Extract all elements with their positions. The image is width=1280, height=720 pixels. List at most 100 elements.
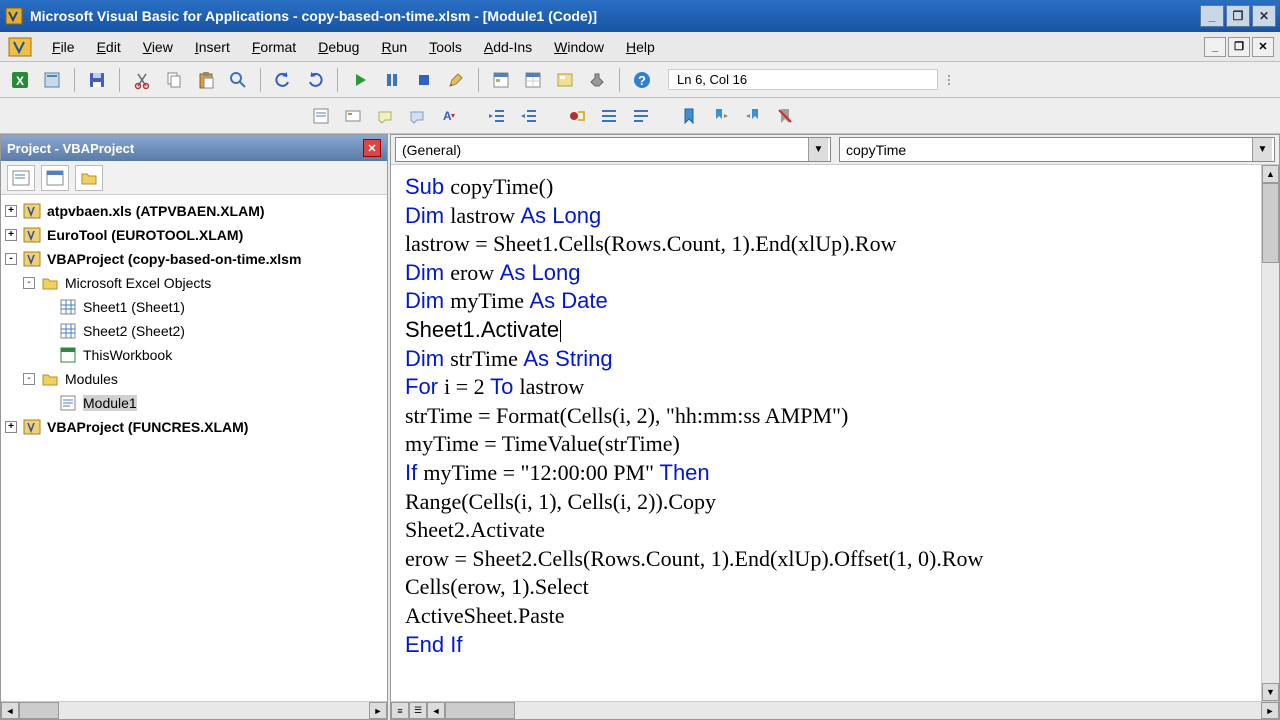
expand-toggle[interactable]: - (5, 253, 17, 265)
code-hscrollbar[interactable]: ≡ ☰ ◄► (391, 701, 1279, 719)
toggle-folders-button[interactable] (75, 165, 103, 191)
project-explorer-title: Project - VBAProject (7, 141, 134, 156)
procedure-view-button[interactable]: ≡ (391, 702, 409, 719)
tree-node[interactable]: Sheet1 (Sheet1) (5, 295, 383, 319)
code-vscrollbar[interactable]: ▲▼ (1261, 165, 1279, 701)
reset-button[interactable] (410, 66, 438, 94)
mdi-restore[interactable]: ❐ (1228, 37, 1250, 57)
object-dropdown[interactable]: (General) ▼ (395, 137, 831, 162)
module-icon (59, 394, 77, 412)
tree-node-label: VBAProject (copy-based-on-time.xlsm (47, 251, 301, 267)
menu-add-ins[interactable]: Add-Ins (474, 35, 542, 59)
menu-edit[interactable]: Edit (87, 35, 131, 59)
undo-button[interactable] (269, 66, 297, 94)
maximize-button[interactable]: ❐ (1226, 5, 1250, 27)
menu-help[interactable]: Help (616, 35, 665, 59)
menu-format[interactable]: Format (242, 35, 306, 59)
save-button[interactable] (83, 66, 111, 94)
expand-toggle[interactable]: + (5, 229, 17, 241)
procedure-dropdown[interactable]: copyTime ▼ (839, 137, 1275, 162)
parameter-info-button[interactable] (403, 102, 431, 130)
project-toolbar (1, 161, 387, 195)
clear-bookmarks-button[interactable] (771, 102, 799, 130)
toolbox-button[interactable] (583, 66, 611, 94)
full-module-view-button[interactable]: ☰ (409, 702, 427, 719)
tree-node-label: Modules (65, 371, 118, 387)
vba-icon (23, 418, 41, 436)
mdi-minimize[interactable]: _ (1204, 37, 1226, 57)
object-browser-button[interactable] (551, 66, 579, 94)
project-explorer-header: Project - VBAProject ✕ (1, 135, 387, 161)
tree-node[interactable]: + atpvbaen.xls (ATPVBAEN.XLAM) (5, 199, 383, 223)
project-hscrollbar[interactable]: ◄► (1, 701, 387, 719)
menu-insert[interactable]: Insert (185, 35, 240, 59)
expand-toggle[interactable]: + (5, 421, 17, 433)
tree-node[interactable]: + EuroTool (EUROTOOL.XLAM) (5, 223, 383, 247)
list-properties-button[interactable] (307, 102, 335, 130)
quick-info-button[interactable] (371, 102, 399, 130)
uncomment-block-button[interactable] (627, 102, 655, 130)
menu-run[interactable]: Run (371, 35, 417, 59)
view-object-button[interactable] (41, 165, 69, 191)
tree-node[interactable]: Module1 (5, 391, 383, 415)
vba-icon (23, 250, 41, 268)
cut-button[interactable] (128, 66, 156, 94)
main-toolbar: X ? Ln 6, Col 16 (0, 62, 1280, 98)
code-pane: (General) ▼ copyTime ▼ Sub copyTime() Di… (390, 134, 1280, 720)
project-explorer-close[interactable]: ✕ (363, 139, 381, 157)
project-tree[interactable]: + atpvbaen.xls (ATPVBAEN.XLAM) + EuroTool (… (1, 195, 387, 701)
properties-button[interactable] (519, 66, 547, 94)
menu-debug[interactable]: Debug (308, 35, 369, 59)
outdent-button[interactable] (515, 102, 543, 130)
tree-node[interactable]: +VBAProject (FUNCRES.XLAM) (5, 415, 383, 439)
break-button[interactable] (378, 66, 406, 94)
window-title: Microsoft Visual Basic for Applications … (30, 8, 1200, 24)
indent-button[interactable] (483, 102, 511, 130)
tree-node[interactable]: -Microsoft Excel Objects (5, 271, 383, 295)
expand-toggle[interactable]: - (23, 277, 35, 289)
dropdown-arrow-icon: ▼ (808, 138, 828, 161)
app-icon (4, 6, 24, 26)
list-constants-button[interactable] (339, 102, 367, 130)
code-editor[interactable]: Sub copyTime() Dim lastrow As Long lastr… (391, 165, 1261, 701)
breakpoint-button[interactable] (563, 102, 591, 130)
next-bookmark-button[interactable] (707, 102, 735, 130)
tree-node-label: atpvbaen.xls (ATPVBAEN.XLAM) (47, 203, 265, 219)
find-button[interactable] (224, 66, 252, 94)
sheet-icon (59, 298, 77, 316)
help-button[interactable]: ? (628, 66, 656, 94)
tree-node-label: Module1 (83, 395, 137, 411)
tree-node[interactable]: Sheet2 (Sheet2) (5, 319, 383, 343)
design-mode-button[interactable] (442, 66, 470, 94)
run-button[interactable] (346, 66, 374, 94)
complete-word-button[interactable]: A (435, 102, 463, 130)
procedure-dropdown-value: copyTime (846, 142, 906, 158)
insert-module-button[interactable] (38, 66, 66, 94)
tree-node[interactable]: - Modules (5, 367, 383, 391)
book-icon (59, 346, 77, 364)
project-explorer-button[interactable] (487, 66, 515, 94)
svg-text:?: ? (638, 73, 646, 88)
tree-node-label: EuroTool (EUROTOOL.XLAM) (47, 227, 243, 243)
menu-file[interactable]: File (42, 35, 85, 59)
view-excel-button[interactable]: X (6, 66, 34, 94)
bookmark-button[interactable] (675, 102, 703, 130)
menu-window[interactable]: Window (544, 35, 614, 59)
tree-node[interactable]: ThisWorkbook (5, 343, 383, 367)
expand-toggle[interactable]: - (23, 373, 35, 385)
close-button[interactable]: ✕ (1252, 5, 1276, 27)
mdi-close[interactable]: ✕ (1252, 37, 1274, 57)
paste-button[interactable] (192, 66, 220, 94)
comment-block-button[interactable] (595, 102, 623, 130)
copy-button[interactable] (160, 66, 188, 94)
menu-view[interactable]: View (133, 35, 183, 59)
tree-node[interactable]: - VBAProject (copy-based-on-time.xlsm (5, 247, 383, 271)
prev-bookmark-button[interactable] (739, 102, 767, 130)
view-code-button[interactable] (7, 165, 35, 191)
minimize-button[interactable]: _ (1200, 5, 1224, 27)
menu-tools[interactable]: Tools (419, 35, 472, 59)
redo-button[interactable] (301, 66, 329, 94)
cursor-position: Ln 6, Col 16 (668, 69, 938, 90)
expand-toggle[interactable]: + (5, 205, 17, 217)
vba-small-icon (6, 35, 34, 59)
